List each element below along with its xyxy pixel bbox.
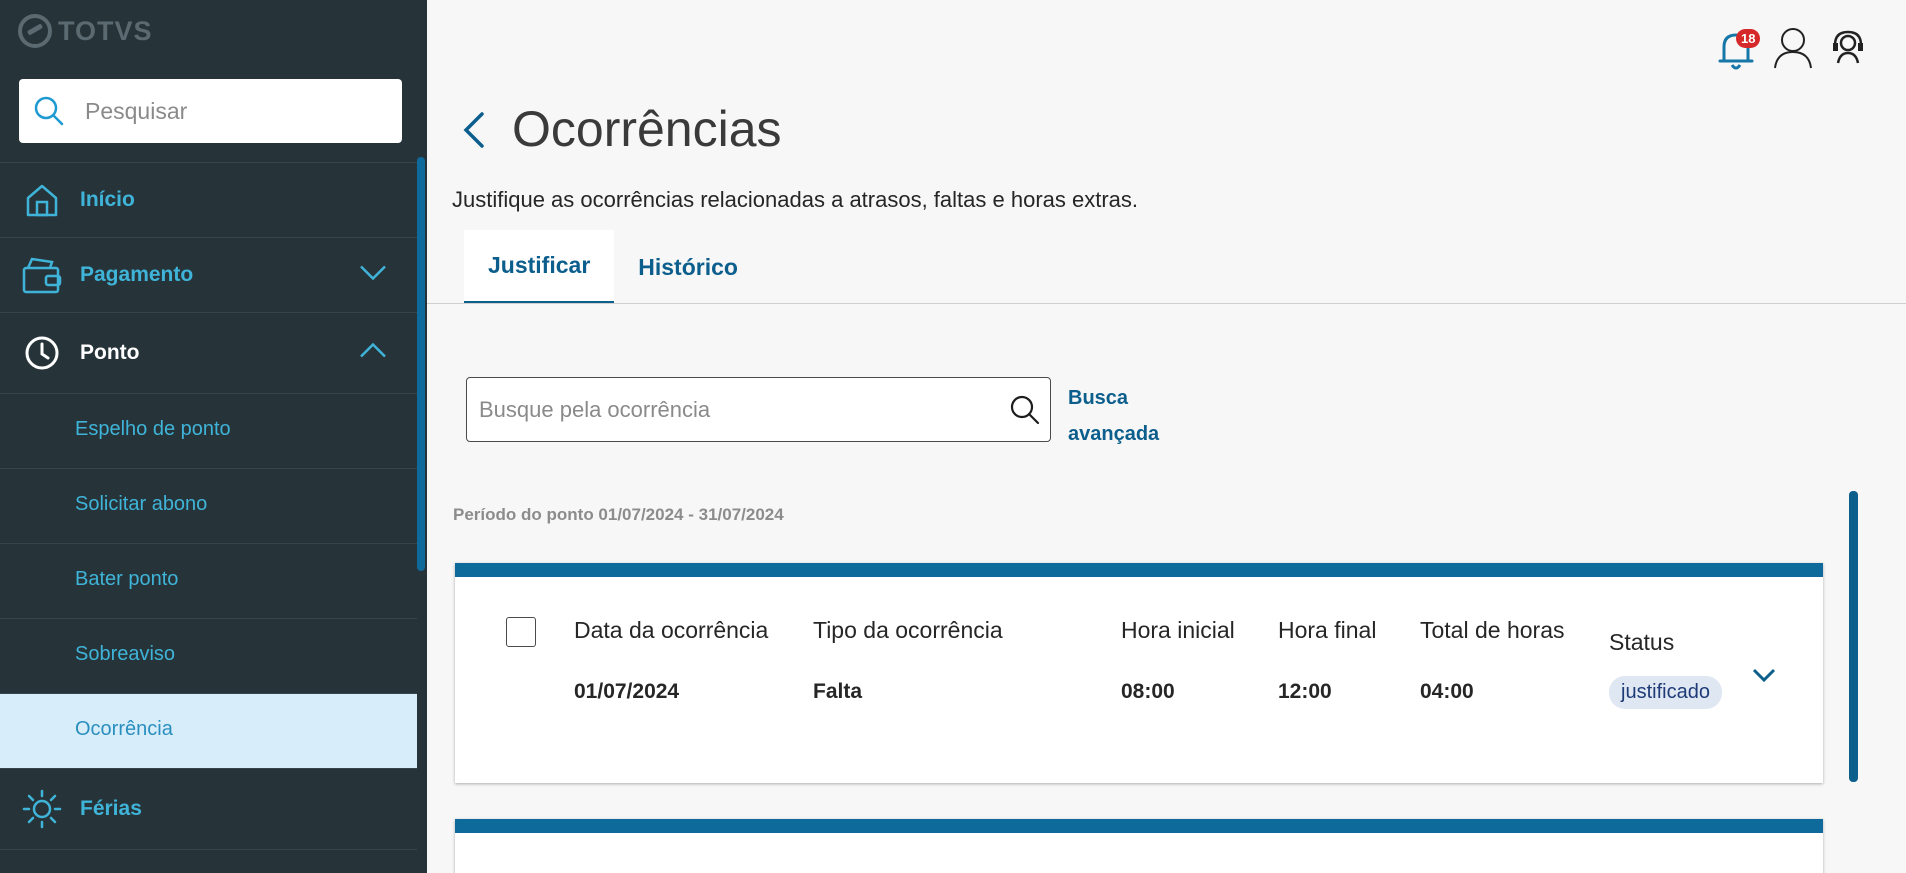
sidebar-subitem-espelho-de-ponto[interactable]: Espelho de ponto [0, 393, 417, 468]
occurrence-search-input[interactable]: Busque pela ocorrência [466, 377, 1051, 442]
sidebar-subitem-label: Bater ponto [75, 568, 179, 590]
sidebar-subitem-label: Sobreaviso [75, 643, 176, 665]
home-icon [22, 180, 62, 220]
sidebar-subitem-label: Ocorrência [75, 718, 173, 740]
occurrence-card: Data da ocorrência 01/07/2024 Tipo da oc… [455, 563, 1823, 783]
sidebar-item-ponto[interactable]: Ponto [0, 312, 417, 393]
chevron-up-icon [359, 342, 387, 364]
sidebar-subitem-ocorrencia[interactable]: Ocorrência [0, 693, 417, 768]
sidebar-subitem-label: Solicitar abono [75, 493, 208, 515]
sidebar: TOTVS Pesquisar Início Pagamento Ponto E… [0, 0, 427, 873]
page-title: Ocorrências [512, 101, 782, 157]
totvs-logo: TOTVS [18, 14, 153, 48]
logo-text: TOTVS [58, 15, 153, 46]
sidebar-item-ferias[interactable]: Férias [0, 768, 417, 849]
tab-historico[interactable]: Histórico [614, 230, 762, 304]
column-header-total: Total de horas [1420, 617, 1565, 643]
column-header-type: Tipo da ocorrência [813, 617, 1003, 643]
tab-justificar[interactable]: Justificar [464, 230, 615, 304]
sidebar-item-label: Ponto [80, 341, 140, 364]
sidebar-search-placeholder: Pesquisar [85, 97, 188, 124]
sun-icon [22, 789, 62, 829]
advanced-search-link[interactable]: Busca avançada [1068, 380, 1159, 452]
sidebar-divider [0, 849, 417, 850]
column-header-status: Status [1609, 629, 1675, 655]
sidebar-subitem-label: Espelho de ponto [75, 418, 231, 440]
back-chevron-icon[interactable] [460, 110, 488, 155]
sidebar-item-label: Pagamento [80, 263, 194, 286]
advanced-search-line-2: avançada [1068, 423, 1160, 445]
notification-badge: 18 [1736, 28, 1761, 48]
chevron-down-icon [359, 265, 387, 286]
period-label: Período do ponto 01/07/2024 - 31/07/2024 [453, 505, 784, 524]
sidebar-item-inicio[interactable]: Início [0, 162, 417, 237]
search-icon [34, 96, 64, 126]
sidebar-subitem-bater-ponto[interactable]: Bater ponto [0, 543, 417, 618]
row-checkbox[interactable] [506, 617, 536, 647]
user-avatar-icon[interactable] [1772, 24, 1814, 75]
chevron-down-icon[interactable] [1751, 667, 1777, 688]
occurrence-date: 01/07/2024 [574, 680, 680, 703]
search-icon[interactable] [1000, 394, 1050, 426]
sidebar-subitem-sobreaviso[interactable]: Sobreaviso [0, 618, 417, 693]
notifications-button[interactable]: 18 [1716, 27, 1761, 73]
sidebar-item-label: Início [80, 188, 135, 211]
page-subtitle: Justifique as ocorrências relacionadas a… [452, 187, 1139, 212]
sidebar-subitem-solicitar-abono[interactable]: Solicitar abono [0, 468, 417, 543]
sidebar-item-label: Férias [80, 797, 142, 820]
sidebar-scrollbar[interactable] [417, 157, 425, 571]
totvs-logo-icon [18, 14, 52, 48]
tabs: Justificar Histórico [464, 230, 762, 304]
occurrence-search-placeholder: Busque pela ocorrência [479, 396, 711, 422]
main-scrollbar[interactable] [1849, 491, 1858, 782]
occurrence-total: 04:00 [1420, 680, 1474, 703]
column-header-end: Hora final [1278, 617, 1377, 643]
sidebar-search-input[interactable]: Pesquisar [19, 79, 402, 143]
column-header-date: Data da ocorrência [574, 617, 769, 643]
header-actions: 18 [1716, 24, 1866, 75]
column-header-start: Hora inicial [1121, 617, 1235, 643]
occurrence-type: Falta [813, 680, 863, 703]
sidebar-item-pagamento[interactable]: Pagamento [0, 237, 417, 312]
occurrence-start: 08:00 [1121, 680, 1175, 703]
wallet-icon [22, 255, 62, 295]
occurrence-end: 12:00 [1278, 680, 1332, 703]
tabs-divider [427, 303, 1906, 304]
support-icon[interactable] [1830, 29, 1866, 70]
status-badge: justificado [1609, 676, 1722, 709]
advanced-search-line-1: Busca [1068, 387, 1129, 409]
occurrence-card: Data da ocorrência Tipo da ocorrência Ho… [455, 819, 1823, 873]
clock-icon [22, 333, 62, 373]
